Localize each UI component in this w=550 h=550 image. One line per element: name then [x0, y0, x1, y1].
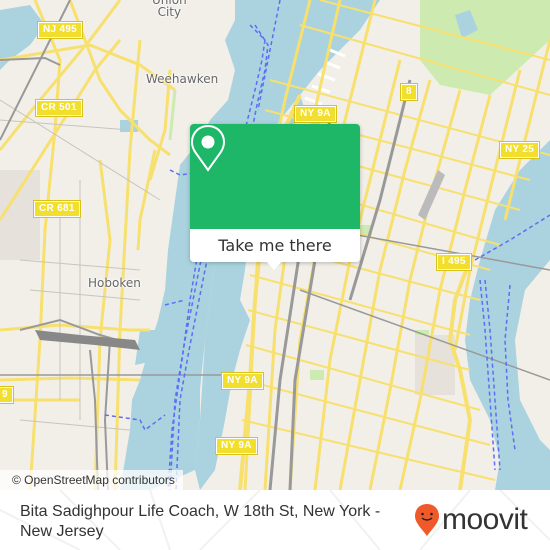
map-attribution[interactable]: © OpenStreetMap contributors [0, 470, 183, 490]
place-label-union-city: Union City [152, 0, 187, 19]
route-shield-ny9a-top: NY 9A [294, 105, 337, 123]
route-shield-i495: I 495 [436, 253, 472, 271]
moovit-wordmark: moovit [442, 503, 528, 536]
route-shield-cr501: CR 501 [35, 99, 83, 117]
route-shield-ny25: NY 25 [498, 141, 541, 159]
place-label-hoboken: Hoboken [88, 276, 141, 290]
take-me-there-button[interactable]: Take me there [190, 229, 360, 262]
map-pin-icon [190, 124, 226, 172]
moovit-pin-icon [415, 504, 439, 536]
location-title: Bita Sadighpour Life Coach, W 18th St, N… [20, 503, 381, 540]
route-shield-ny9a-low: NY 9A [215, 437, 258, 455]
popup-pointer [266, 261, 282, 270]
popup-header [190, 124, 360, 229]
route-shield-nj495: NJ 495 [36, 21, 84, 39]
location-popup: Take me there [190, 124, 360, 270]
route-shield-8: 8 [400, 83, 418, 101]
place-label-weehawken: Weehawken [146, 72, 219, 86]
moovit-logo[interactable]: moovit [414, 502, 528, 538]
map-view[interactable]: Union City Weehawken Hoboken NJ 495 CR 5… [0, 0, 550, 490]
route-shield-cr681: CR 681 [33, 200, 81, 218]
route-shield-ny9a-mid: NY 9A [221, 372, 264, 390]
footer: Bita Sadighpour Life Coach, W 18th St, N… [0, 490, 550, 550]
route-shield-9: 9 [0, 386, 14, 404]
